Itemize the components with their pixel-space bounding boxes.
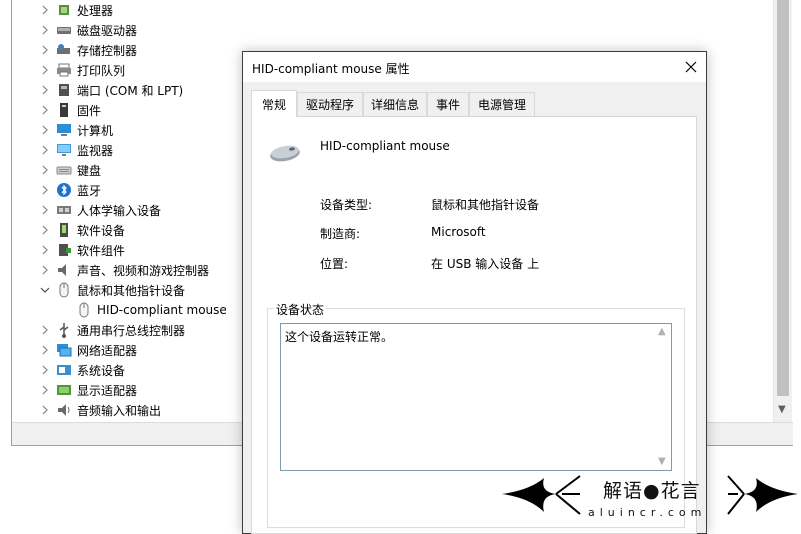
chevron-right-icon[interactable] xyxy=(38,223,52,237)
tree-item-label: 软件组件 xyxy=(77,243,126,258)
audio-io-icon xyxy=(56,402,72,418)
chevron-right-icon[interactable] xyxy=(38,403,52,417)
close-icon xyxy=(685,61,697,73)
chevron-right-icon[interactable] xyxy=(38,103,52,117)
tree-item-label: 存储控制器 xyxy=(77,43,138,58)
chevron-right-icon[interactable] xyxy=(38,263,52,277)
tree-item-label: 键盘 xyxy=(77,163,102,178)
chevron-right-icon[interactable] xyxy=(38,183,52,197)
sound-icon xyxy=(56,262,72,278)
tree-item-label: 声音、视频和游戏控制器 xyxy=(77,263,210,278)
device-status-textbox[interactable]: 这个设备运转正常。 ▲ ▼ xyxy=(280,323,672,471)
scroll-down-icon[interactable]: ▼ xyxy=(778,404,786,415)
tree-item-label: 网络适配器 xyxy=(77,343,138,358)
computer-icon xyxy=(56,122,72,138)
disk-drive-icon xyxy=(56,22,72,38)
tab-power-management[interactable]: 电源管理 xyxy=(469,92,535,116)
properties-dialog: HID-compliant mouse 属性 常规 驱动程序 详细信息 事件 电… xyxy=(242,51,707,534)
keyboard-icon xyxy=(56,162,72,178)
system-device-icon xyxy=(56,362,72,378)
tree-item-label: 音频输入和输出 xyxy=(77,403,162,418)
tab-driver[interactable]: 驱动程序 xyxy=(297,92,363,116)
chevron-right-icon[interactable] xyxy=(38,63,52,77)
tree-item-label: 固件 xyxy=(77,103,102,118)
printer-icon xyxy=(56,62,72,78)
close-button[interactable] xyxy=(676,52,706,82)
scroll-up-icon[interactable]: ▲ xyxy=(658,326,666,337)
tree-item-label: 系统设备 xyxy=(77,363,126,378)
bluetooth-icon xyxy=(56,182,72,198)
tree-category-item[interactable]: 处理器 xyxy=(12,0,312,20)
ornament-right-icon xyxy=(727,475,798,515)
tree-item-label: HID-compliant mouse xyxy=(97,303,227,317)
device-status-text: 这个设备运转正常。 xyxy=(285,330,394,344)
chevron-right-icon[interactable] xyxy=(38,43,52,57)
status-scrollbar[interactable]: ▲ ▼ xyxy=(654,324,671,470)
watermark-url: aluincr.com xyxy=(588,506,707,519)
location-value: 在 USB 输入设备 上 xyxy=(431,257,540,271)
display-adapter-icon xyxy=(56,382,72,398)
tree-category-item[interactable]: 磁盘驱动器 xyxy=(12,20,312,40)
usb-icon xyxy=(56,322,72,338)
chevron-down-icon[interactable] xyxy=(38,283,52,297)
tree-item-label: 显示适配器 xyxy=(77,383,138,398)
tree-item-label: 打印队列 xyxy=(77,63,126,78)
chevron-right-icon[interactable] xyxy=(38,363,52,377)
location-label: 位置: xyxy=(320,257,349,271)
port-icon xyxy=(56,82,72,98)
dialog-titlebar[interactable]: HID-compliant mouse 属性 xyxy=(243,52,706,82)
tab-general[interactable]: 常规 xyxy=(251,90,297,117)
mouse-icon xyxy=(56,282,72,298)
scroll-down-icon[interactable]: ▼ xyxy=(658,456,666,467)
chevron-right-icon[interactable] xyxy=(38,3,52,17)
chevron-right-icon[interactable] xyxy=(38,343,52,357)
monitor-icon xyxy=(56,142,72,158)
device-name: HID-compliant mouse xyxy=(320,139,450,153)
tree-item-label: 计算机 xyxy=(77,123,114,138)
tree-item-label: 人体学输入设备 xyxy=(77,203,162,218)
dialog-title: HID-compliant mouse 属性 xyxy=(252,62,410,76)
chevron-right-icon[interactable] xyxy=(38,83,52,97)
chevron-right-icon[interactable] xyxy=(38,123,52,137)
manufacturer-value: Microsoft xyxy=(431,225,486,239)
device-tree-scrollbar[interactable]: ▼ xyxy=(773,0,792,422)
chevron-right-icon[interactable] xyxy=(38,323,52,337)
tree-item-label: 监视器 xyxy=(77,143,114,158)
tree-item-label: 蓝牙 xyxy=(77,183,102,198)
chevron-right-icon[interactable] xyxy=(38,383,52,397)
tree-item-label: 端口 (COM 和 LPT) xyxy=(77,83,184,98)
watermark-text: 解语●花言 xyxy=(603,480,701,502)
software-component-icon xyxy=(56,242,72,258)
mouse-device-icon xyxy=(270,145,300,162)
device-type-label: 设备类型: xyxy=(320,198,373,212)
mouse-icon xyxy=(76,302,92,318)
scrollbar-thumb[interactable] xyxy=(777,0,789,396)
tree-item-label: 通用串行总线控制器 xyxy=(77,323,186,338)
tree-item-label: 软件设备 xyxy=(77,223,126,238)
chevron-right-icon[interactable] xyxy=(38,203,52,217)
tree-item-label: 处理器 xyxy=(77,3,114,18)
firmware-icon xyxy=(56,102,72,118)
ornament-left-icon xyxy=(502,475,581,515)
manufacturer-label: 制造商: xyxy=(320,227,361,241)
chevron-right-icon[interactable] xyxy=(38,143,52,157)
tree-item-label: 鼠标和其他指针设备 xyxy=(77,283,186,298)
tree-item-label: 磁盘驱动器 xyxy=(77,23,138,38)
device-type-value: 鼠标和其他指针设备 xyxy=(431,198,540,212)
hid-icon xyxy=(56,202,72,218)
network-adapter-icon xyxy=(56,342,72,358)
chevron-right-icon[interactable] xyxy=(38,163,52,177)
tab-events[interactable]: 事件 xyxy=(427,92,469,116)
tab-details[interactable]: 详细信息 xyxy=(363,92,427,116)
device-status-legend: 设备状态 xyxy=(274,301,327,318)
software-device-icon xyxy=(56,222,72,238)
chevron-right-icon[interactable] xyxy=(38,23,52,37)
processor-icon xyxy=(56,2,72,18)
chevron-right-icon[interactable] xyxy=(38,243,52,257)
watermark: 解语●花言 aluincr.com xyxy=(500,470,801,534)
storage-controller-icon xyxy=(56,42,72,58)
